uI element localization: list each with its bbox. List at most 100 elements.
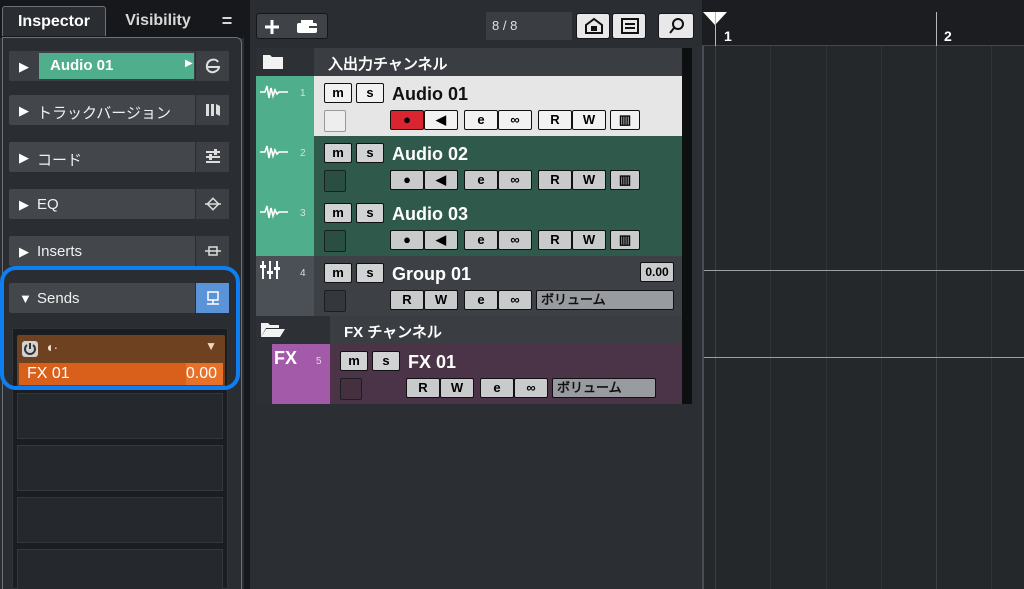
link-button[interactable]: ∞ xyxy=(498,230,532,250)
track-name[interactable]: Audio 03 xyxy=(392,204,468,225)
section-track-versions[interactable]: ▶ トラックバージョン xyxy=(8,94,230,126)
track-fx-01[interactable]: FX 5 m s FX 01 R W e ∞ ボリューム xyxy=(256,344,692,404)
solo-button[interactable]: s xyxy=(372,351,400,371)
solo-button[interactable]: s xyxy=(356,263,384,283)
eq-bypass-button[interactable] xyxy=(195,189,229,219)
lanes-button[interactable]: ▥ xyxy=(610,170,640,190)
send-destination-dropdown-icon[interactable]: ▼ xyxy=(205,339,217,353)
monitor-button[interactable]: ◀ xyxy=(424,110,458,130)
solo-button[interactable]: s xyxy=(356,203,384,223)
read-automation-button[interactable]: R xyxy=(538,170,572,190)
automation-parameter-select[interactable]: ボリューム xyxy=(552,378,656,398)
send-power-icon[interactable] xyxy=(22,341,38,357)
track-menu-arrow-icon[interactable]: ▶ xyxy=(185,58,193,69)
section-inserts[interactable]: ▶ Inserts xyxy=(8,235,230,267)
send-slot-3[interactable] xyxy=(17,445,223,491)
send-slot-1[interactable]: ◖· ▼ FX 01 0.00 xyxy=(17,335,225,387)
tab-inspector[interactable]: Inspector xyxy=(2,6,106,36)
group-volume-value[interactable]: 0.00 xyxy=(640,262,674,282)
solo-button[interactable]: s xyxy=(356,83,384,103)
track-select-checkbox[interactable] xyxy=(324,230,346,252)
inserts-bypass-button[interactable] xyxy=(195,236,229,266)
mute-button[interactable]: m xyxy=(324,83,352,103)
track-select-checkbox[interactable] xyxy=(324,170,346,192)
track-endcap xyxy=(682,48,692,76)
track-name[interactable]: Audio 02 xyxy=(392,144,468,165)
find-track-button[interactable] xyxy=(658,13,694,39)
folder-track-fx[interactable]: FX チャンネル xyxy=(256,316,692,344)
track-name[interactable]: Group 01 xyxy=(392,264,471,285)
mute-button[interactable]: m xyxy=(340,351,368,371)
pre-post-fader-icon[interactable]: ◖· xyxy=(45,339,58,355)
read-automation-button[interactable]: R xyxy=(538,110,572,130)
track-select-checkbox[interactable] xyxy=(324,110,346,132)
edit-channel-button[interactable]: e xyxy=(480,378,514,398)
lanes-button[interactable]: ▥ xyxy=(610,230,640,250)
show-tracks-button[interactable] xyxy=(576,13,610,39)
add-track-button[interactable] xyxy=(256,13,328,39)
section-eq[interactable]: ▶ EQ xyxy=(8,188,230,220)
section-chords[interactable]: ▶ コード xyxy=(8,141,230,173)
edit-channel-button[interactable]: e xyxy=(464,290,498,310)
write-automation-button[interactable]: W xyxy=(440,378,474,398)
mute-button[interactable]: m xyxy=(324,143,352,163)
track-name[interactable]: FX 01 xyxy=(408,352,456,373)
send-slot-4[interactable] xyxy=(17,497,223,543)
write-automation-button[interactable]: W xyxy=(572,170,606,190)
inspector-track-name[interactable]: Audio 01 xyxy=(39,53,194,79)
link-button[interactable]: ∞ xyxy=(498,110,532,130)
track-name[interactable]: Audio 01 xyxy=(392,84,468,105)
record-enable-button[interactable]: ● xyxy=(390,230,424,250)
collapse-arrow-icon[interactable]: ▼ xyxy=(19,291,32,306)
solo-button[interactable]: s xyxy=(356,143,384,163)
expand-arrow-icon[interactable]: ▶ xyxy=(19,103,29,119)
mute-button[interactable]: m xyxy=(324,203,352,223)
track-group-01[interactable]: 4 m s Group 01 0.00 R W e ∞ ボリューム xyxy=(256,256,692,316)
write-automation-button[interactable]: W xyxy=(572,110,606,130)
chords-button[interactable] xyxy=(195,142,229,172)
monitor-button[interactable]: ◀ xyxy=(424,170,458,190)
send-slot-5[interactable] xyxy=(17,549,223,589)
track-list-menu-button[interactable] xyxy=(612,13,646,39)
read-automation-button[interactable]: R xyxy=(406,378,440,398)
record-icon: ● xyxy=(403,232,411,247)
record-enable-button[interactable]: ● xyxy=(390,110,424,130)
track-select-checkbox[interactable] xyxy=(324,290,346,312)
link-button[interactable]: ∞ xyxy=(498,290,532,310)
track-audio-02[interactable]: 2 m s Audio 02 ● ◀ e ∞ R W ▥ xyxy=(256,136,692,196)
edit-channel-button[interactable]: e xyxy=(464,110,498,130)
edit-channel-button[interactable]: e xyxy=(464,170,498,190)
send-slot-2[interactable] xyxy=(17,393,223,439)
link-icon: ∞ xyxy=(510,292,520,307)
expand-arrow-icon[interactable]: ▶ xyxy=(19,197,29,213)
write-automation-button[interactable]: W xyxy=(424,290,458,310)
folder-track-io[interactable]: 入出力チャンネル xyxy=(256,48,692,76)
link-button[interactable]: ∞ xyxy=(498,170,532,190)
timeline-ruler[interactable]: 1 2 xyxy=(702,0,1024,46)
automation-parameter-select[interactable]: ボリューム xyxy=(536,290,674,310)
tab-visibility[interactable]: Visibility xyxy=(110,6,206,36)
send-level-slider[interactable]: FX 01 0.00 xyxy=(19,363,223,385)
track-audio-03[interactable]: 3 m s Audio 03 ● ◀ e ∞ R W ▥ xyxy=(256,196,692,256)
link-button[interactable]: ∞ xyxy=(514,378,548,398)
expand-arrow-icon[interactable]: ▶ xyxy=(19,150,29,166)
track-versions-button[interactable] xyxy=(195,95,229,125)
mute-button[interactable]: m xyxy=(324,263,352,283)
read-automation-button[interactable]: R xyxy=(390,290,424,310)
track-audio-01[interactable]: 1 m s Audio 01 ● ◀ e ∞ R W ▥ xyxy=(256,76,692,136)
track-select-checkbox[interactable] xyxy=(340,378,362,400)
monitor-button[interactable]: ◀ xyxy=(424,230,458,250)
edit-channel-button[interactable]: e xyxy=(464,230,498,250)
section-sends[interactable]: ▼ Sends xyxy=(8,282,230,314)
expand-arrow-icon[interactable]: ▶ xyxy=(19,59,29,75)
write-automation-button[interactable]: W xyxy=(572,230,606,250)
lanes-button[interactable]: ▥ xyxy=(610,110,640,130)
edit-channel-button[interactable] xyxy=(195,51,229,81)
project-arranger[interactable]: 1 2 xyxy=(702,0,1024,589)
inspector-track-section[interactable]: ▶ Audio 01 ▶ xyxy=(8,50,230,82)
record-enable-button[interactable]: ● xyxy=(390,170,424,190)
sends-bypass-button[interactable] xyxy=(195,283,229,313)
read-automation-button[interactable]: R xyxy=(538,230,572,250)
expand-arrow-icon[interactable]: ▶ xyxy=(19,244,29,260)
inspector-menu-icon[interactable]: = xyxy=(214,6,240,36)
